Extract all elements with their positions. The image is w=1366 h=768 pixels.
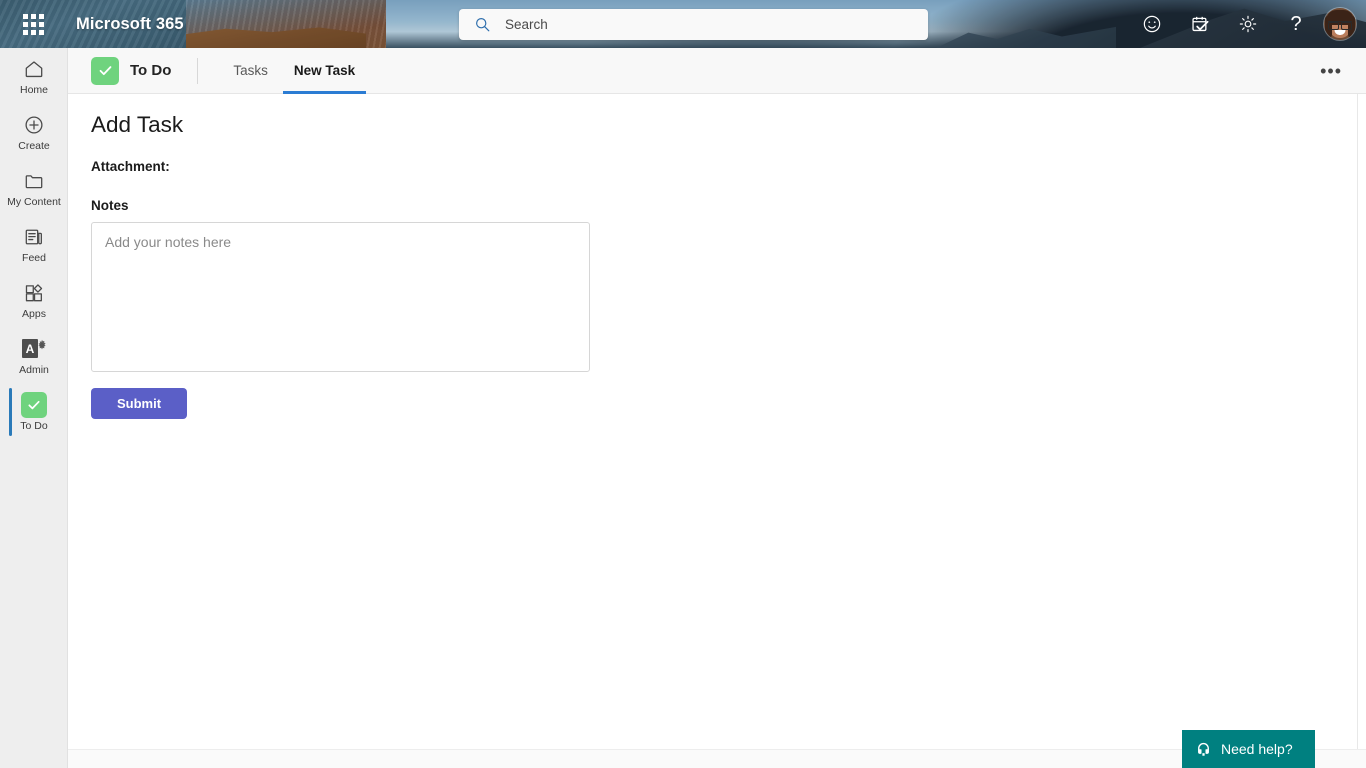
apps-grid-icon xyxy=(23,280,45,306)
home-icon xyxy=(23,56,45,82)
app-title: To Do xyxy=(130,62,172,79)
search-box[interactable] xyxy=(459,9,928,40)
feedback-smiley-icon[interactable] xyxy=(1128,0,1176,48)
bottom-strip xyxy=(68,749,1366,768)
todo-check-icon xyxy=(21,392,47,418)
app-tabs: Tasks New Task xyxy=(220,48,368,94)
tab-label: New Task xyxy=(293,63,356,78)
header-actions: ? xyxy=(1128,0,1366,48)
need-help-button[interactable]: Need help? xyxy=(1182,730,1315,768)
sidebar-item-label: My Content xyxy=(7,196,61,208)
help-question-icon[interactable]: ? xyxy=(1272,0,1320,48)
help-question-glyph: ? xyxy=(1290,12,1302,35)
waffle-dot xyxy=(30,29,36,35)
sidebar-item-create[interactable]: Create xyxy=(0,104,68,160)
notes-input[interactable] xyxy=(91,222,590,372)
notes-label: Notes xyxy=(91,198,129,213)
tab-new-task[interactable]: New Task xyxy=(281,48,368,94)
app-launcher-grid-icon[interactable] xyxy=(20,12,46,36)
admin-badge: A xyxy=(21,337,47,361)
sidebar-item-to-do[interactable]: To Do xyxy=(0,384,68,440)
waffle-dot xyxy=(38,21,44,27)
suite-brand-label: Microsoft 365 xyxy=(76,14,184,33)
sidebar-item-feed[interactable]: Feed xyxy=(0,216,68,272)
search-input[interactable] xyxy=(505,10,928,39)
sidebar-item-label: Home xyxy=(19,84,48,96)
feed-icon xyxy=(23,224,45,250)
sidebar-item-home[interactable]: Home xyxy=(0,48,68,104)
sidebar-item-label: Apps xyxy=(22,308,46,320)
admin-gear-icon: A xyxy=(21,336,47,362)
sidebar-item-label: Admin xyxy=(19,364,49,376)
suite-header: Microsoft 365 Search ? xyxy=(0,0,1366,48)
tab-label: Tasks xyxy=(233,63,268,78)
main-content: Add Task Attachment: Notes Submit xyxy=(68,94,1358,749)
sidebar-item-apps[interactable]: Apps xyxy=(0,272,68,328)
calendar-check-icon[interactable] xyxy=(1176,0,1224,48)
gear-icon[interactable] xyxy=(1224,0,1272,48)
app-identity[interactable]: To Do xyxy=(68,48,171,94)
attachment-label: Attachment: xyxy=(91,159,170,174)
page-title: Add Task xyxy=(91,112,184,137)
need-help-label: Need help? xyxy=(1221,741,1293,757)
app-bar-divider xyxy=(197,57,199,84)
app-bar: To Do Tasks New Task ••• xyxy=(68,48,1366,94)
waffle-dot xyxy=(30,21,36,27)
gear-icon xyxy=(36,338,48,356)
todo-check-icon xyxy=(91,56,119,85)
plus-circle-icon xyxy=(23,112,45,138)
submit-button[interactable]: Submit xyxy=(91,388,187,419)
waffle-dot xyxy=(38,13,44,19)
todo-tile xyxy=(21,392,47,418)
sidebar-item-label: To Do xyxy=(20,420,48,432)
folder-icon xyxy=(23,168,45,194)
more-horizontal-icon[interactable]: ••• xyxy=(1320,62,1342,80)
headset-icon xyxy=(1195,741,1212,758)
sidebar-item-admin[interactable]: A Admin xyxy=(0,328,68,384)
waffle-dot xyxy=(22,13,28,19)
sidebar-item-label: Create xyxy=(18,140,50,152)
tab-tasks[interactable]: Tasks xyxy=(220,48,281,94)
sidebar-item-label: Feed xyxy=(22,252,46,264)
left-navigation-rail: Home Create My Content Feed Apps A Admin… xyxy=(0,48,68,768)
waffle-dot xyxy=(30,13,36,19)
overflow-glyph: ••• xyxy=(1320,60,1342,81)
avatar-glasses xyxy=(1328,21,1352,30)
waffle-dot xyxy=(22,21,28,27)
waffle-dot xyxy=(22,29,28,35)
sidebar-item-my-content[interactable]: My Content xyxy=(0,160,68,216)
search-icon xyxy=(459,16,505,33)
avatar[interactable] xyxy=(1324,8,1356,40)
suite-brand-link[interactable]: Microsoft 365 xyxy=(76,0,184,48)
waffle-dot xyxy=(38,29,44,35)
